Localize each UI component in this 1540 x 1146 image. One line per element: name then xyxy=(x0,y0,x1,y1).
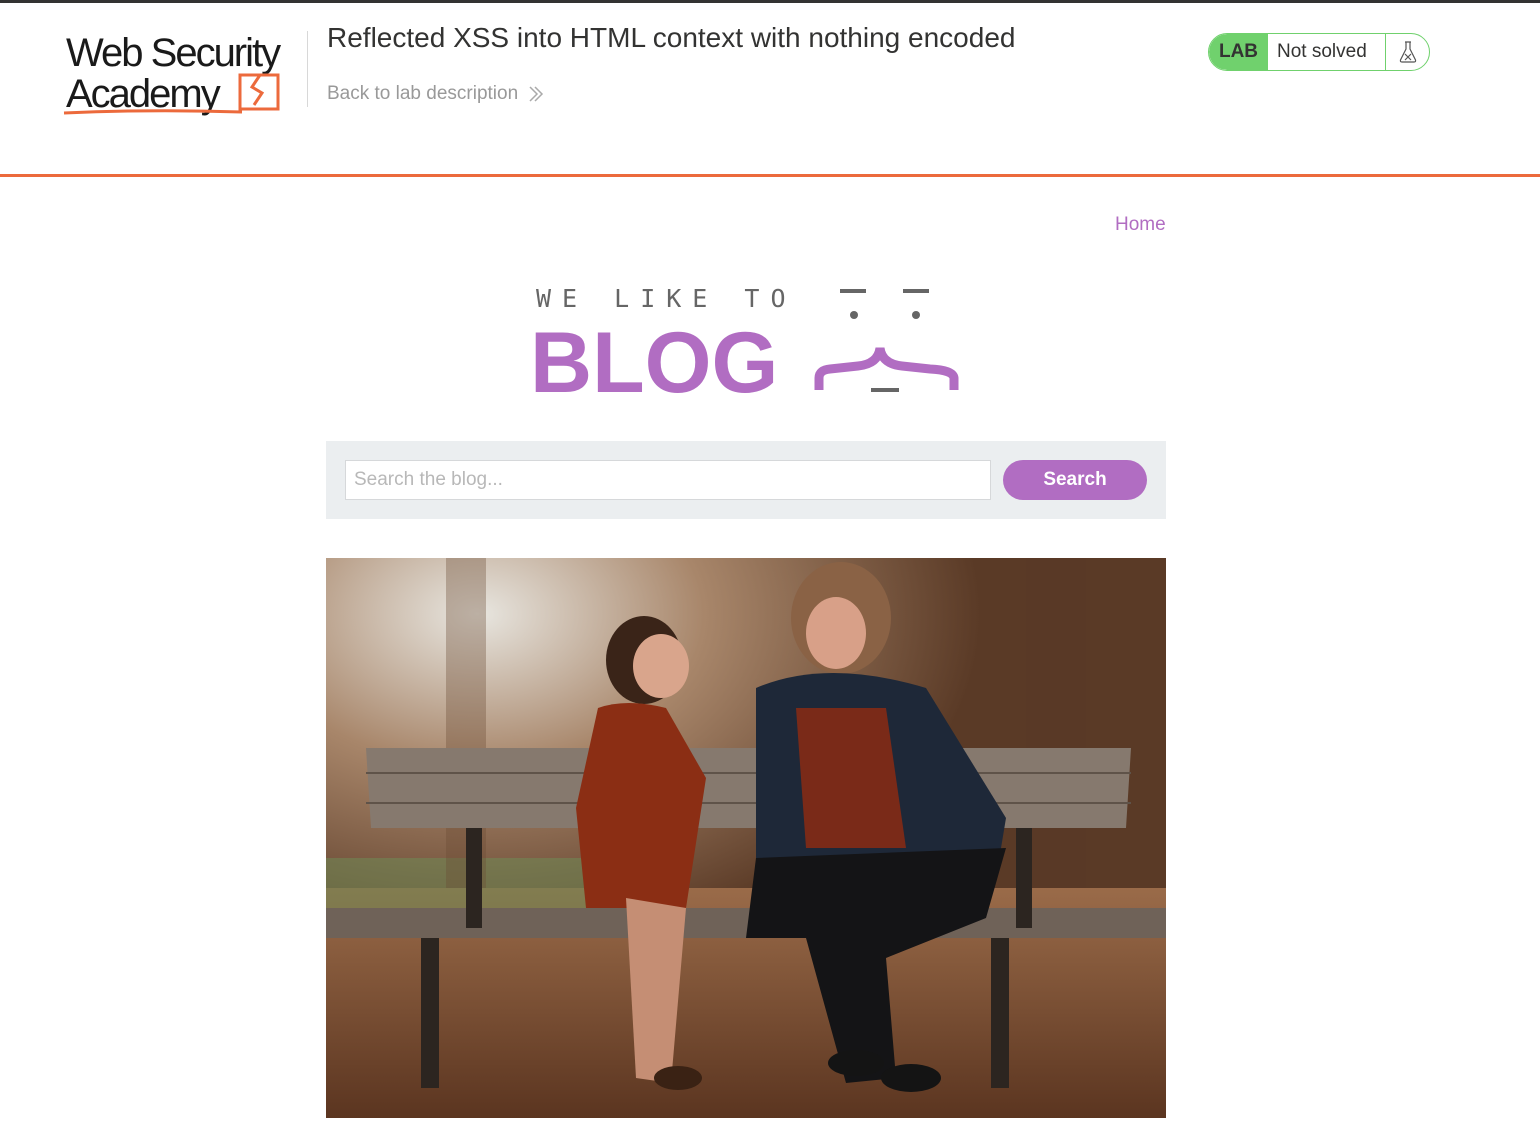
header-accent-bar xyxy=(0,174,1540,177)
blog-post-image[interactable] xyxy=(326,558,1166,1118)
blog-banner-title: BLOG xyxy=(530,315,778,398)
logo-divider xyxy=(307,31,308,107)
blog-banner-tagline: WE LIKE TO xyxy=(536,284,797,313)
web-security-academy-logo[interactable]: Web Security Academy xyxy=(62,31,306,121)
svg-text:Web Security: Web Security xyxy=(66,31,281,75)
search-input[interactable] xyxy=(345,460,991,500)
lab-status-text: Not solved xyxy=(1268,34,1386,70)
blog-banner-logo: WE LIKE TO BLOG xyxy=(530,282,960,411)
nav-home-link[interactable]: Home xyxy=(1115,214,1166,236)
lab-header: Web Security Academy Reflected XSS into … xyxy=(0,3,1540,174)
back-link-label: Back to lab description xyxy=(327,83,519,104)
double-chevron-right-icon xyxy=(528,85,544,103)
lab-status-widget: LAB Not solved xyxy=(1208,33,1430,71)
search-button[interactable]: Search xyxy=(1003,460,1147,500)
lab-badge: LAB xyxy=(1209,34,1268,70)
back-to-lab-description-link[interactable]: Back to lab description xyxy=(327,83,544,105)
lab-title: Reflected XSS into HTML context with not… xyxy=(327,22,1016,53)
flask-icon xyxy=(1386,34,1429,70)
search-panel: Search xyxy=(326,441,1166,519)
